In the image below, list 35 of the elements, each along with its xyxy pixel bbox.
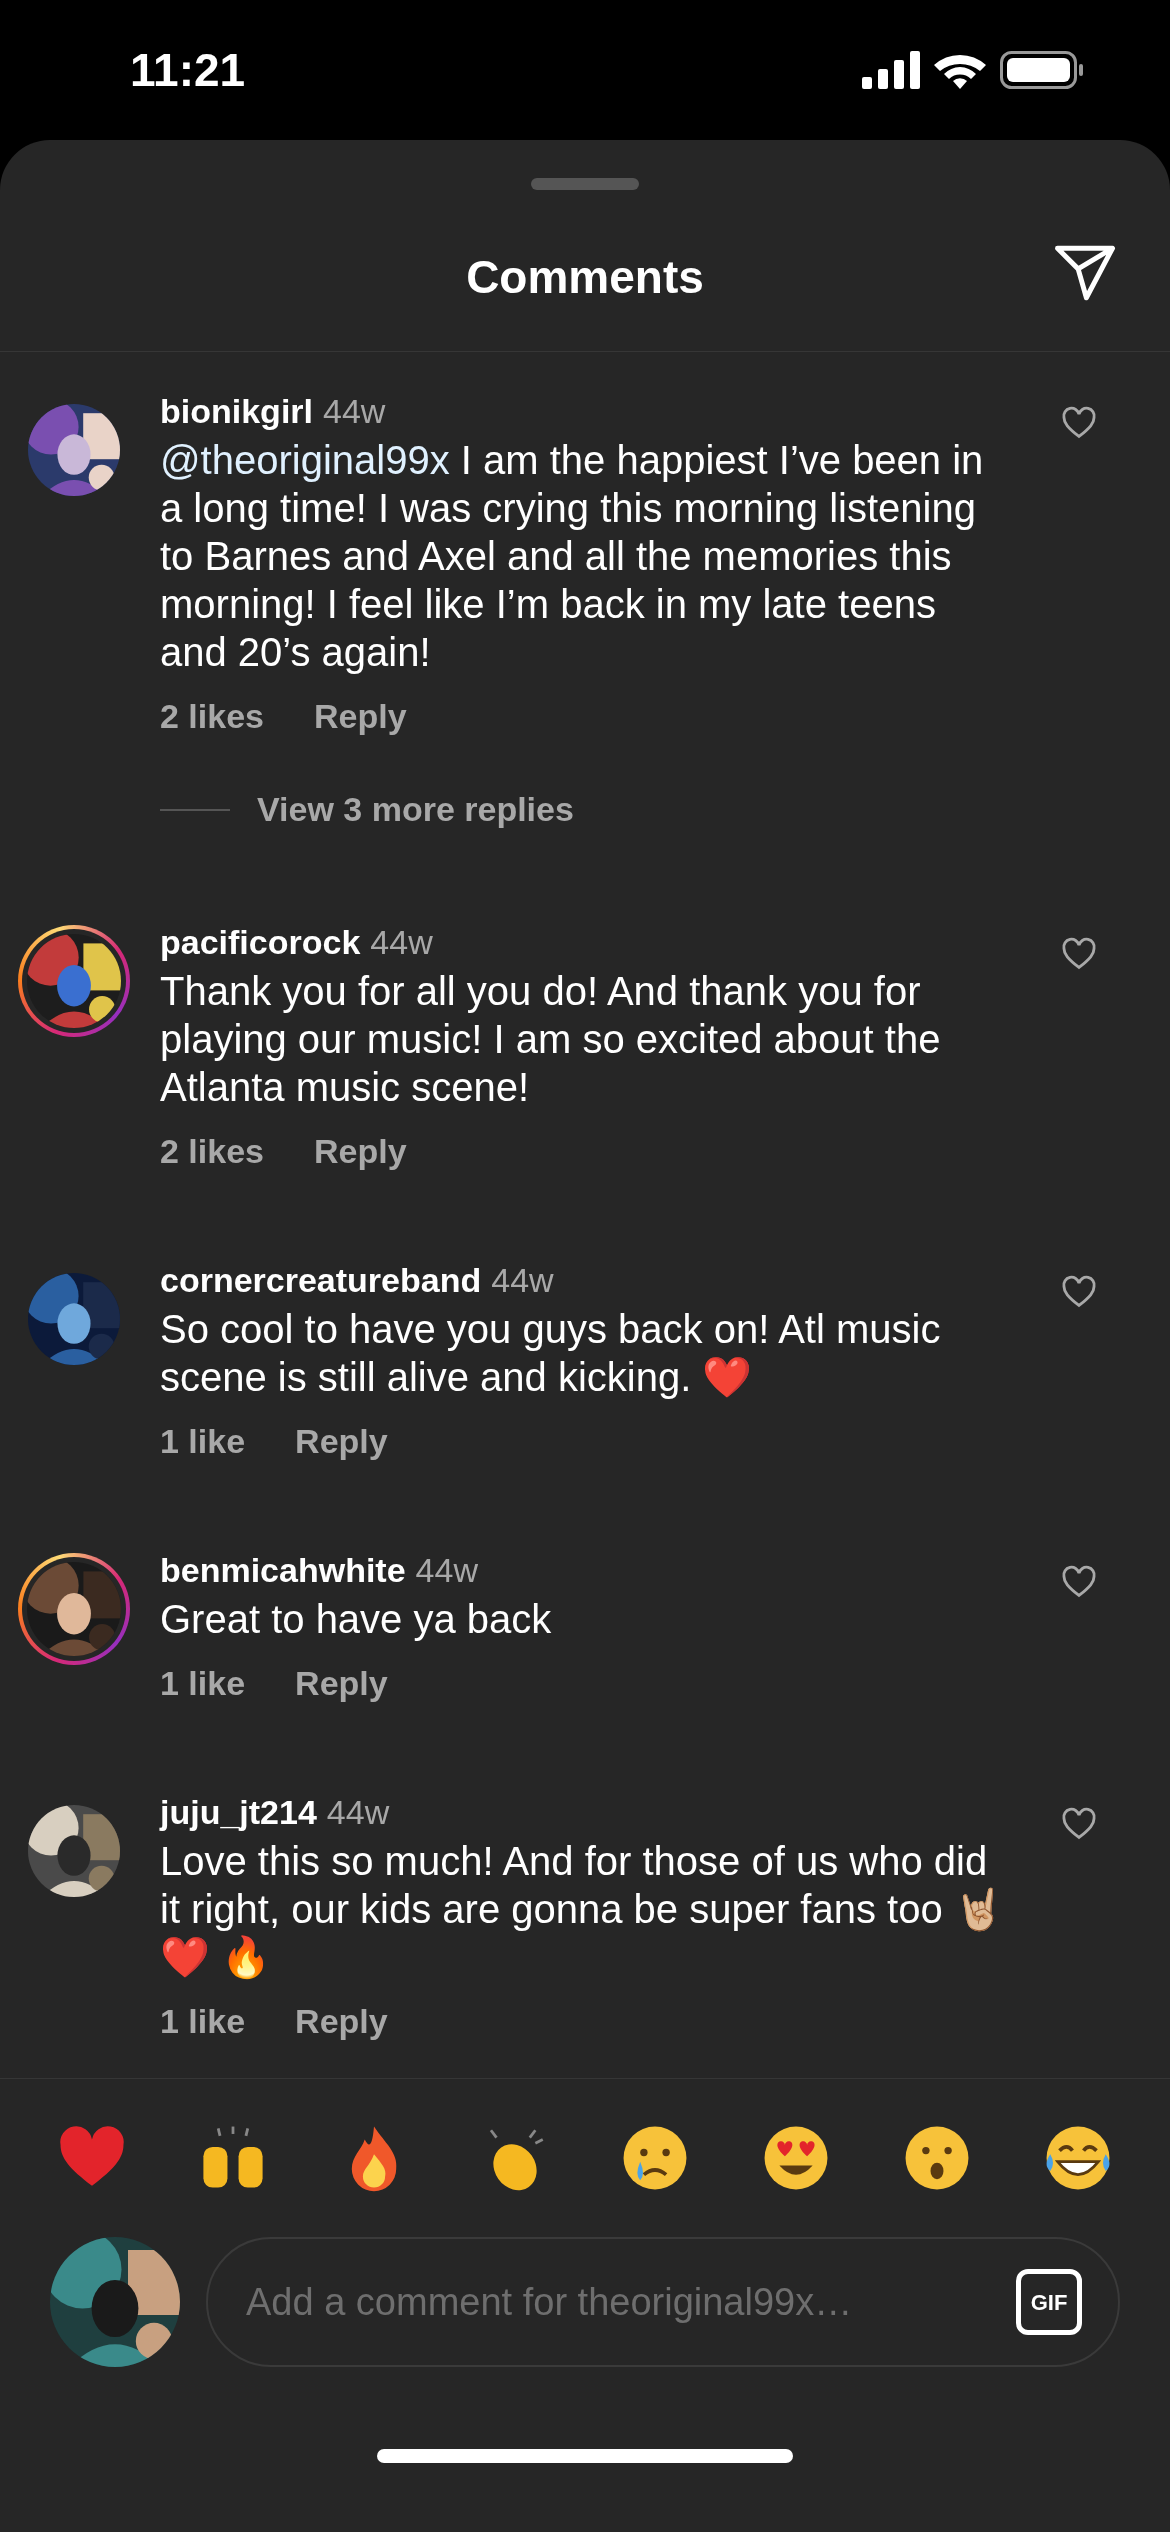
comment-age: 44w	[370, 922, 433, 963]
comment-input[interactable]: Add a comment for theoriginal99x… GIF	[206, 2237, 1120, 2367]
comment-age: 44w	[326, 1792, 390, 1833]
gif-button[interactable]: GIF	[1016, 2269, 1082, 2335]
username[interactable]: juju_jt214	[160, 1787, 317, 1838]
comment-text: @theoriginal99x I am the happiest I’ve been in a long time! I was crying this morning listening to Barnes and Axel and all the memories this morning! I feel like I’m back in my late teens and 20’s again!	[160, 437, 985, 676]
likes-count[interactable]: 1 like	[160, 1995, 246, 2047]
signal-icon	[862, 51, 920, 89]
view-replies-button[interactable]: View 3 more replies	[257, 784, 574, 835]
username[interactable]: bionikgirl	[160, 386, 313, 437]
reply-button[interactable]: Reply	[295, 1995, 388, 2047]
username[interactable]: benmicahwhite	[160, 1545, 406, 1596]
comment-text: Great to have ya back	[160, 1596, 553, 1643]
likes-count[interactable]: 2 likes	[160, 690, 264, 742]
likes-count[interactable]: 2 likes	[160, 1125, 264, 1177]
comment-text: Love this so much! And for those of us who did it right, our kids are gonna be super fans too 🤘🏼 ❤ 🔥	[160, 1838, 1005, 1981]
username[interactable]: pacificorock	[160, 917, 361, 968]
likes-count[interactable]: 1 like	[160, 1415, 246, 1467]
comment-field[interactable]: Add a comment for theoriginal99x…	[246, 2273, 1016, 2331]
reply-button[interactable]: Reply	[295, 1415, 388, 1467]
comment-age: 44w	[323, 391, 386, 432]
status-time: 11:21	[130, 42, 246, 98]
likes-count[interactable]: 1 like	[160, 1657, 246, 1709]
comment-text: So cool to have you guys back on! Atl music scene is still alive and kicking. ❤	[160, 1306, 942, 1401]
reply-button[interactable]: Reply	[314, 1125, 407, 1177]
sheet-title: Comments	[466, 250, 704, 305]
comment-age: 44w	[415, 1550, 478, 1591]
comment-age: 44w	[491, 1260, 554, 1301]
drag-handle[interactable]	[531, 178, 639, 190]
reply-button[interactable]: Reply	[295, 1657, 388, 1709]
comment-text: Thank you for all you do! And thank you for playing our music! I am so excited about the Atlanta music scene!	[160, 968, 942, 1111]
mention-link[interactable]: @theoriginal99x	[160, 438, 450, 482]
battery-icon	[1000, 51, 1084, 89]
username[interactable]: cornercreatureband	[160, 1255, 482, 1306]
reply-button[interactable]: Reply	[314, 690, 407, 742]
